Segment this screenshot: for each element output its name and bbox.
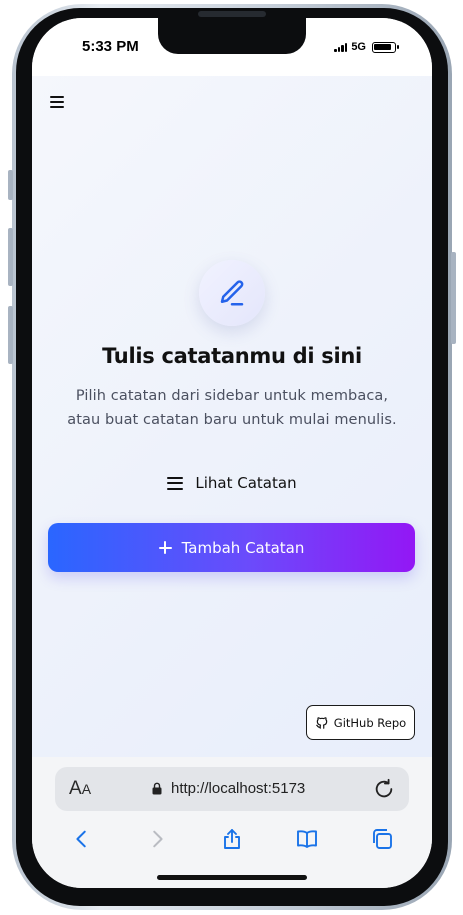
tabs-icon: [373, 829, 393, 849]
add-note-button[interactable]: Tambah Catatan: [48, 523, 415, 572]
view-notes-label: Lihat Catatan: [195, 474, 297, 492]
notch: [158, 18, 306, 54]
bookmarks-button[interactable]: [289, 821, 325, 857]
status-time: 5:33 PM: [82, 38, 139, 55]
status-indicators: 5G: [334, 41, 399, 53]
bookmarks-icon: [297, 830, 318, 848]
add-note-label: Tambah Catatan: [181, 538, 305, 557]
lock-icon: [152, 782, 162, 795]
back-button[interactable]: [64, 821, 100, 857]
back-icon: [76, 830, 86, 848]
view-notes-button[interactable]: Lihat Catatan: [32, 474, 432, 492]
web-content: Tulis catatanmu di sini Pilih catatan da…: [32, 76, 432, 757]
page-title: Tulis catatanmu di sini: [102, 344, 362, 368]
github-repo-label: GitHub Repo: [333, 715, 407, 730]
menu-icon[interactable]: [50, 96, 64, 108]
forward-icon: [153, 830, 163, 848]
list-icon: [167, 476, 184, 490]
tabs-button[interactable]: [364, 821, 400, 857]
share-button[interactable]: [214, 821, 250, 857]
pen-icon-badge: [199, 260, 265, 326]
page-description: Pilih catatan dari sidebar untuk membaca…: [52, 384, 412, 432]
speaker-grille: [198, 11, 266, 17]
share-icon: [224, 829, 240, 849]
battery-icon: [372, 41, 399, 53]
pen-icon: [220, 280, 244, 306]
forward-button[interactable]: [139, 821, 175, 857]
signal-icon: [334, 42, 348, 52]
address-bar[interactable]: AA http://localhost:5173: [55, 767, 409, 811]
network-label: 5G: [351, 41, 366, 53]
mute-switch: [8, 170, 13, 200]
browser-toolbar: [32, 819, 432, 859]
reload-icon[interactable]: [373, 778, 395, 800]
volume-down-button: [8, 306, 13, 364]
github-icon: [315, 716, 328, 729]
description-line-2: atau buat catatan baru untuk mulai menul…: [67, 412, 397, 428]
browser-chrome: AA http://localhost:5173: [32, 757, 432, 888]
volume-up-button: [8, 228, 13, 286]
description-line-1: Pilih catatan dari sidebar untuk membaca…: [75, 388, 389, 404]
phone-screen: 5:33 PM 5G Tulis catatanmu di sini Pilih…: [32, 18, 432, 888]
url-text: http://localhost:5173: [171, 780, 306, 797]
github-repo-button[interactable]: GitHub Repo: [306, 705, 415, 740]
text-size-button[interactable]: AA: [69, 778, 91, 800]
power-button: [451, 252, 456, 344]
home-indicator[interactable]: [157, 875, 307, 880]
plus-icon: [158, 541, 172, 554]
